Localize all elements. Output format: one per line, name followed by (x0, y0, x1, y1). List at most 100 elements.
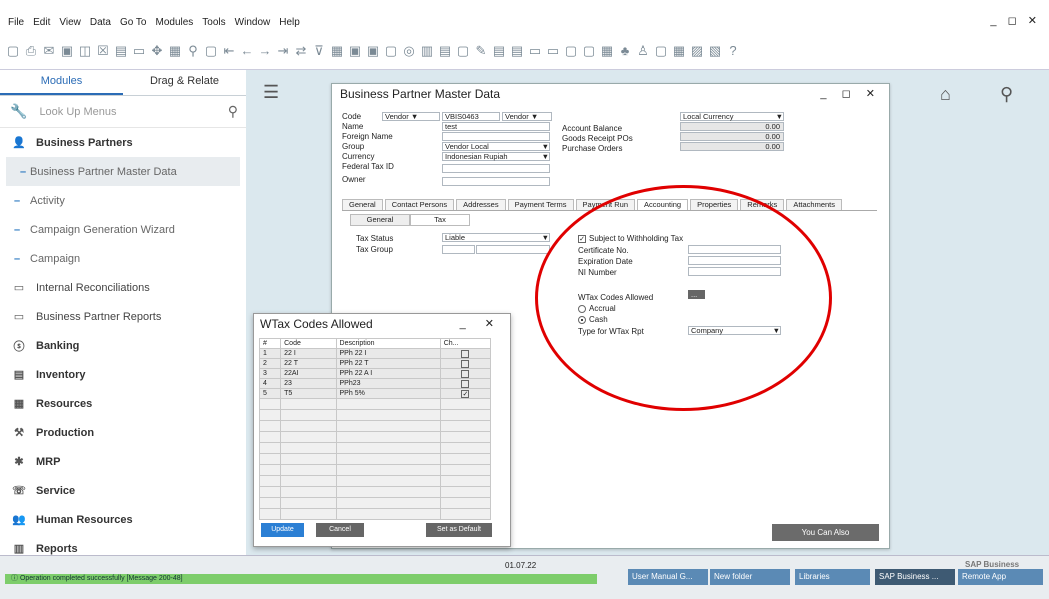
gross-profit-icon[interactable]: ◎ (402, 43, 416, 58)
table-row[interactable]: 1 22 I PPh 22 I (258, 348, 492, 359)
sidebar-item-business-partners[interactable]: 👤 Business Partners (0, 128, 246, 157)
row-checkbox[interactable] (461, 359, 470, 368)
sidebar-item-inventory[interactable]: ▤ Inventory (0, 360, 246, 389)
tab-payment-run[interactable]: Payment Run (575, 199, 635, 210)
calculator-icon[interactable]: ▦ (600, 43, 614, 58)
tab-accounting[interactable]: Accounting (637, 199, 689, 210)
look-up-menus[interactable]: 🔧 Look Up Menus ⚲ (0, 96, 246, 128)
taskbar-item[interactable]: New folder (710, 569, 790, 585)
update-button[interactable]: Update (261, 523, 304, 537)
row-checkbox[interactable] (461, 369, 470, 378)
menu-edit[interactable]: Edit (33, 17, 50, 28)
sidebar-item-campaign-generation-wizard[interactable]: Campaign Generation Wizard (0, 215, 246, 244)
tab-addresses[interactable]: Addresses (456, 199, 506, 210)
sort-icon[interactable]: ▦ (330, 43, 344, 58)
tab-contact-persons[interactable]: Contact Persons (384, 199, 455, 210)
doc-icon[interactable]: ▤ (492, 43, 506, 58)
search-icon[interactable]: ⚲ (228, 103, 238, 120)
sidebar-item-business-partner-master-data[interactable]: Business Partner Master Data (6, 157, 240, 186)
row-checkbox[interactable] (461, 379, 470, 388)
column-header[interactable]: Ch... (439, 338, 492, 349)
window-controls[interactable]: _ ◻ ✕ (990, 14, 1041, 27)
user-icon[interactable]: ♙ (636, 43, 650, 58)
form2-icon[interactable]: ▢ (582, 43, 596, 58)
code-input[interactable]: VBIS0463 (442, 112, 500, 121)
add-icon[interactable]: ▢ (204, 43, 218, 58)
print-icon[interactable]: ⎙ (24, 43, 38, 58)
pdf-icon[interactable]: ▭ (132, 43, 146, 58)
menu-view[interactable]: View (59, 17, 81, 28)
export-icon[interactable]: ▨ (690, 43, 704, 58)
previous-record-icon[interactable]: ← (240, 43, 254, 58)
owner-input[interactable] (442, 177, 550, 186)
help-icon[interactable]: ? (726, 43, 740, 58)
tab-attachments[interactable]: Attachments (786, 199, 842, 210)
sidebar-item-activity[interactable]: Activity (0, 186, 246, 215)
menu-icon[interactable]: ☰ (263, 82, 279, 103)
edit-icon[interactable]: ✎ (474, 43, 488, 58)
doc2-icon[interactable]: ▤ (510, 43, 524, 58)
msg2-icon[interactable]: ▭ (546, 43, 560, 58)
word-icon[interactable]: ▤ (114, 43, 128, 58)
column-header[interactable]: Description (335, 338, 441, 349)
row-checkbox[interactable]: ✓ (461, 389, 470, 398)
tax-status-select[interactable]: Liable ▼ (442, 233, 550, 242)
set-default-button[interactable]: Set as Default (426, 523, 492, 537)
filter-icon[interactable]: ⊽ (312, 43, 326, 58)
last-record-icon[interactable]: ⇥ (276, 43, 290, 58)
table-row[interactable]: 3 22AI PPh 22 A I (258, 368, 492, 379)
sidebar-item-mrp[interactable]: ✱ MRP (0, 447, 246, 476)
menu-file[interactable]: File (8, 17, 24, 28)
taskbar-item[interactable]: Remote App (958, 569, 1043, 585)
subtab-general[interactable]: General (350, 214, 410, 226)
dialog-controls[interactable]: _ ✕ (460, 317, 502, 330)
tab-payment-terms[interactable]: Payment Terms (507, 199, 574, 210)
excel-icon[interactable]: ☒ (96, 43, 110, 58)
sidebar-item-internal-reconciliations[interactable]: ▭ Internal Reconciliations (0, 273, 246, 302)
menu-data[interactable]: Data (90, 17, 111, 28)
folder-icon[interactable]: ⌂ (940, 84, 951, 105)
foreign-name-input[interactable] (442, 132, 550, 141)
window-controls[interactable]: _ ◻ ✕ (820, 87, 881, 100)
tab-drag-relate[interactable]: Drag & Relate (123, 70, 246, 95)
name-input[interactable]: test (442, 122, 550, 131)
tab-modules[interactable]: Modules (0, 70, 123, 95)
sidebar-item-business-partner-reports[interactable]: ▭ Business Partner Reports (0, 302, 246, 331)
move-icon[interactable]: ✥ (150, 43, 164, 58)
layout-icon[interactable]: ▢ (384, 43, 398, 58)
wtax-codes-button[interactable]: ... (688, 290, 705, 299)
row-checkbox[interactable] (461, 349, 470, 358)
menu-window[interactable]: Window (235, 17, 271, 28)
group-select[interactable]: Vendor Local ▼ (442, 142, 550, 151)
sidebar-item-banking[interactable]: ⓢ Banking (0, 331, 246, 360)
chart-icon[interactable]: ▥ (420, 43, 434, 58)
print-preview-icon[interactable]: ▢ (6, 43, 20, 58)
local-currency-select[interactable]: Local Currency ▼ (680, 112, 784, 121)
grid-icon[interactable]: ▦ (672, 43, 686, 58)
sidebar-item-human-resources[interactable]: 👥 Human Resources (0, 505, 246, 534)
taskbar-item[interactable]: SAP Business ... (875, 569, 955, 585)
email-icon[interactable]: ✉ (42, 43, 56, 58)
msg-icon[interactable]: ▭ (528, 43, 542, 58)
tab-properties[interactable]: Properties (690, 199, 739, 210)
accrual-radio[interactable] (578, 304, 586, 313)
currency-select[interactable]: Indonesian Rupiah ▼ (442, 152, 550, 161)
find-icon[interactable]: ⚲ (186, 43, 200, 58)
first-record-icon[interactable]: ⇤ (222, 43, 236, 58)
column-header[interactable]: # (258, 338, 282, 349)
subject-wtax-checkbox[interactable]: ✓ (578, 234, 586, 243)
base-doc-icon[interactable]: ▣ (348, 43, 362, 58)
federal-tax-input[interactable] (442, 164, 550, 173)
menu-help[interactable]: Help (279, 17, 300, 28)
ni-number-input[interactable] (688, 267, 781, 276)
cash-radio[interactable] (578, 315, 586, 324)
refresh-icon[interactable]: ⇄ (294, 43, 308, 58)
type-wtax-select[interactable]: Company ▼ (688, 326, 781, 335)
subtab-tax[interactable]: Tax (410, 214, 470, 226)
query-icon[interactable]: ▢ (654, 43, 668, 58)
accrual-option[interactable]: Accrual (578, 304, 616, 313)
sidebar-item-production[interactable]: ⚒ Production (0, 418, 246, 447)
code-type2-select[interactable]: Vendor ▼ (502, 112, 552, 121)
form-icon[interactable]: ▢ (564, 43, 578, 58)
settings-icon[interactable]: ▦ (168, 43, 182, 58)
